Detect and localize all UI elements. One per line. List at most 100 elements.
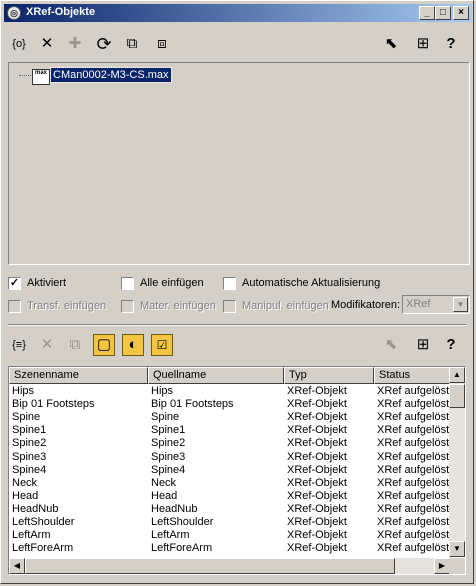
typ-cell: XRef-Objekt bbox=[287, 529, 347, 542]
checkbox-box[interactable] bbox=[121, 277, 134, 290]
scroll-down-icon[interactable]: ▼ bbox=[449, 541, 465, 557]
table-row[interactable]: LeftForeArm LeftForeArm XRef-Objekt XRef au… bbox=[9, 542, 450, 555]
table-row[interactable]: LeftArm LeftArm XRef-Objekt XRef aufgelöst bbox=[9, 529, 450, 542]
status-cell: XRef aufgelöst bbox=[377, 385, 450, 397]
quellname-cell: Spine2 bbox=[151, 437, 186, 450]
pointer-icon[interactable]: ⬉ bbox=[380, 334, 402, 356]
table-row[interactable]: Hips Hips XRef-Objekt XRef aufgelöst bbox=[9, 385, 450, 398]
section-divider bbox=[8, 324, 466, 326]
typ-cell: XRef-Objekt bbox=[287, 476, 347, 489]
remove-object-icon[interactable]: ✕ bbox=[36, 334, 58, 356]
typ-cell: XRef-Objekt bbox=[287, 411, 347, 424]
convert-selected-icon[interactable]: ⧉ bbox=[121, 33, 143, 55]
scroll-right-icon[interactable]: ▶ bbox=[434, 558, 450, 574]
typ-cell: XRef-Objekt bbox=[287, 450, 347, 463]
quellname-cell: HeadNub bbox=[151, 502, 198, 515]
table-row[interactable]: Bip 01 Footsteps Bip 01 Footsteps XRef-Obj… bbox=[9, 398, 450, 411]
status-cell: XRef aufgelöst bbox=[377, 516, 450, 528]
status-cell: XRef aufgelöst bbox=[377, 502, 450, 515]
list-materials-icon[interactable]: ◐ bbox=[122, 334, 144, 356]
list-objects-icon[interactable]: ▢ bbox=[93, 334, 115, 356]
column-header-status[interactable]: Status bbox=[374, 367, 450, 384]
quellname-cell: LeftArm bbox=[151, 529, 190, 542]
table-row[interactable]: Spine2 Spine2 XRef-Objekt XRef aufgelöst bbox=[9, 437, 450, 450]
status-cell: XRef aufgelöst bbox=[377, 542, 450, 555]
modifikatoren-dropdown[interactable]: XRef ▼ bbox=[402, 295, 470, 314]
xref-object-table[interactable]: Szenenname Quellname Typ Status Hips Hips… bbox=[8, 366, 466, 575]
select-by-name-icon[interactable]: ⊞ bbox=[412, 33, 434, 55]
szenenname-cell: LeftShoulder bbox=[12, 516, 75, 528]
szenenname-cell: LeftArm bbox=[12, 529, 51, 542]
checkbox-label: Mater. einfügen bbox=[140, 300, 216, 312]
help-icon[interactable]: ? bbox=[440, 33, 462, 55]
szenenname-cell: Hips bbox=[12, 385, 35, 397]
quellname-cell: Spine4 bbox=[151, 463, 186, 476]
column-header-typ[interactable]: Typ bbox=[284, 367, 374, 384]
horizontal-scrollbar[interactable]: ◀ ▶ bbox=[9, 558, 450, 574]
status-cell: XRef aufgelöst bbox=[377, 489, 450, 502]
checkbox-box[interactable] bbox=[223, 277, 236, 290]
typ-cell: XRef-Objekt bbox=[287, 424, 347, 437]
quellname-cell: Spine3 bbox=[151, 450, 186, 463]
typ-cell: XRef-Objekt bbox=[287, 516, 347, 528]
add-xref-icon[interactable]: {o} bbox=[8, 33, 30, 55]
xref-file-name[interactable]: CMan0002-M3-CS.max bbox=[50, 67, 172, 83]
select-icon[interactable]: ⧈ bbox=[151, 33, 173, 55]
minimize-button[interactable]: _ bbox=[419, 6, 435, 20]
select-by-name-icon[interactable]: ⊞ bbox=[412, 334, 434, 356]
quellname-cell: Spine1 bbox=[151, 424, 186, 437]
checkbox-label: Transf. einfügen bbox=[27, 300, 107, 312]
app-icon[interactable]: ◎ bbox=[7, 6, 21, 20]
convert-object-icon[interactable]: ⧉ bbox=[64, 334, 86, 356]
typ-cell: XRef-Objekt bbox=[287, 385, 347, 397]
xref-file-toolbar: {o} ✕ ✚ ⟳ ⧉ ⧈ ⬉ ⊞ ? bbox=[7, 31, 469, 57]
table-row[interactable]: Neck Neck XRef-Objekt XRef aufgelöst bbox=[9, 477, 450, 490]
table-row[interactable]: Spine3 Spine3 XRef-Objekt XRef aufgelöst bbox=[9, 451, 450, 464]
checkbox-box[interactable] bbox=[223, 300, 236, 313]
help-icon[interactable]: ? bbox=[440, 334, 462, 356]
status-cell: XRef aufgelöst bbox=[377, 424, 450, 437]
scroll-thumb-horizontal[interactable] bbox=[25, 558, 395, 574]
chevron-down-icon[interactable]: ▼ bbox=[453, 297, 468, 312]
add-object-icon[interactable]: {≡} bbox=[8, 334, 30, 356]
szenenname-cell: LeftForeArm bbox=[12, 542, 74, 555]
checkbox-box[interactable] bbox=[121, 300, 134, 313]
status-cell: XRef aufgelöst bbox=[377, 476, 450, 489]
status-cell: XRef aufgelöst bbox=[377, 450, 450, 463]
column-header-quellname[interactable]: Quellname bbox=[148, 367, 284, 384]
window-title: XRef-Objekte bbox=[26, 6, 96, 18]
table-row[interactable]: Spine1 Spine1 XRef-Objekt XRef aufgelöst bbox=[9, 424, 450, 437]
szenenname-cell: Spine bbox=[12, 411, 41, 424]
remove-icon[interactable]: ✕ bbox=[36, 33, 58, 55]
xref-objects-window: ◎ XRef-Objekte _ □ × {o} ✕ ✚ ⟳ ⧉ ⧈ ⬉ ⊞ ?… bbox=[0, 0, 474, 584]
typ-cell: XRef-Objekt bbox=[287, 489, 347, 502]
scrollbar-corner bbox=[449, 558, 465, 574]
table-row[interactable]: HeadNub HeadNub XRef-Objekt XRef aufgelöst bbox=[9, 503, 450, 516]
xref-file-list[interactable]: max CMan0002-M3-CS.max bbox=[8, 62, 470, 265]
scroll-thumb[interactable] bbox=[449, 384, 465, 408]
table-row[interactable]: LeftShoulder LeftShoulder XRef-Objekt XRef … bbox=[9, 516, 450, 529]
scroll-up-icon[interactable]: ▲ bbox=[449, 367, 465, 383]
table-row[interactable]: Spine Spine XRef-Objekt XRef aufgelöst bbox=[9, 411, 450, 424]
table-row[interactable]: Spine4 Spine4 XRef-Objekt XRef aufgelöst bbox=[9, 464, 450, 477]
typ-cell: XRef-Objekt bbox=[287, 398, 347, 411]
tree-connector bbox=[19, 75, 31, 76]
quellname-cell: LeftShoulder bbox=[151, 516, 214, 528]
checkbox-box[interactable]: ✓ bbox=[8, 277, 21, 290]
maximize-button[interactable]: □ bbox=[435, 6, 451, 20]
table-row[interactable]: Head Head XRef-Objekt XRef aufgelöst bbox=[9, 490, 450, 503]
quellname-cell: Spine bbox=[151, 411, 180, 424]
status-cell: XRef aufgelöst bbox=[377, 529, 450, 542]
column-header-szenenname[interactable]: Szenenname bbox=[9, 367, 148, 384]
szenenname-cell: Spine3 bbox=[12, 450, 47, 463]
refresh-icon[interactable]: ⟳ bbox=[93, 33, 115, 55]
pointer-icon[interactable]: ⬉ bbox=[380, 33, 402, 55]
merge-icon[interactable]: ✚ bbox=[64, 33, 86, 55]
quellname-cell: Bip 01 Footsteps bbox=[151, 398, 234, 411]
checkbox-box[interactable] bbox=[8, 300, 21, 313]
title-bar[interactable]: ◎ XRef-Objekte _ □ × bbox=[4, 4, 472, 22]
list-controllers-icon[interactable]: ☑ bbox=[151, 334, 173, 356]
close-button[interactable]: × bbox=[453, 6, 469, 20]
scroll-left-icon[interactable]: ◀ bbox=[9, 558, 25, 574]
vertical-scrollbar[interactable]: ▲ ▼ bbox=[449, 367, 465, 557]
